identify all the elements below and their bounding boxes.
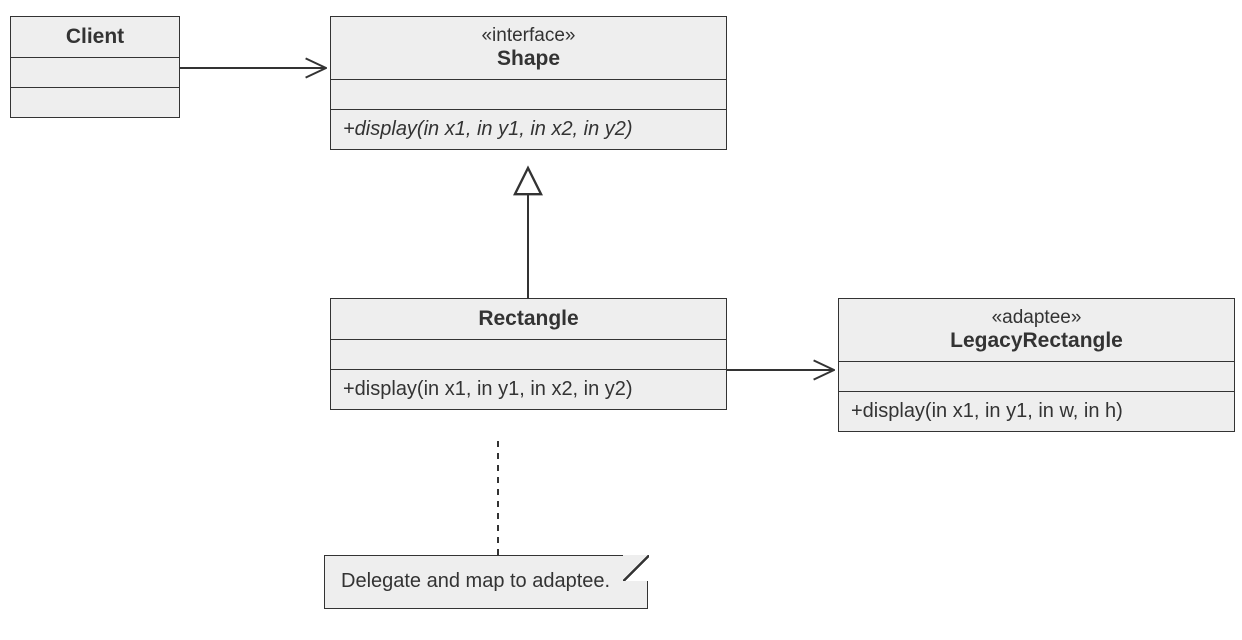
class-legacy-rectangle: «adaptee» LegacyRectangle +display(in x1… [838,298,1235,432]
uml-diagram: Client «interface» Shape +display(in x1,… [0,0,1242,640]
class-rectangle-name: Rectangle [478,307,578,330]
class-rectangle-header: Rectangle [331,299,726,339]
class-shape-op: +display(in x1, in y1, in x2, in y2) [343,118,633,140]
class-rectangle-attrs [331,339,726,369]
class-legacy-ops: +display(in x1, in y1, in w, in h) [839,391,1234,431]
uml-note: Delegate and map to adaptee. [324,555,648,609]
class-client-attrs [11,57,179,87]
class-client-ops [11,87,179,117]
note-fold-icon [623,555,649,581]
class-legacy-name: LegacyRectangle [851,329,1222,353]
class-legacy-attrs [839,361,1234,391]
class-rectangle-op: +display(in x1, in y1, in x2, in y2) [343,378,633,400]
class-shape-ops: +display(in x1, in y1, in x2, in y2) [331,109,726,149]
class-rectangle-ops: +display(in x1, in y1, in x2, in y2) [331,369,726,409]
class-shape-stereotype: «interface» [343,25,714,47]
class-legacy-header: «adaptee» LegacyRectangle [839,299,1234,361]
class-shape-attrs [331,79,726,109]
class-shape: «interface» Shape +display(in x1, in y1,… [330,16,727,150]
uml-note-text: Delegate and map to adaptee. [341,570,610,592]
class-shape-header: «interface» Shape [331,17,726,79]
class-legacy-op: +display(in x1, in y1, in w, in h) [851,400,1123,422]
class-client: Client [10,16,180,118]
class-client-name: Client [66,25,124,48]
class-legacy-stereotype: «adaptee» [851,307,1222,329]
class-rectangle: Rectangle +display(in x1, in y1, in x2, … [330,298,727,410]
class-client-header: Client [11,17,179,57]
class-shape-name: Shape [343,47,714,71]
